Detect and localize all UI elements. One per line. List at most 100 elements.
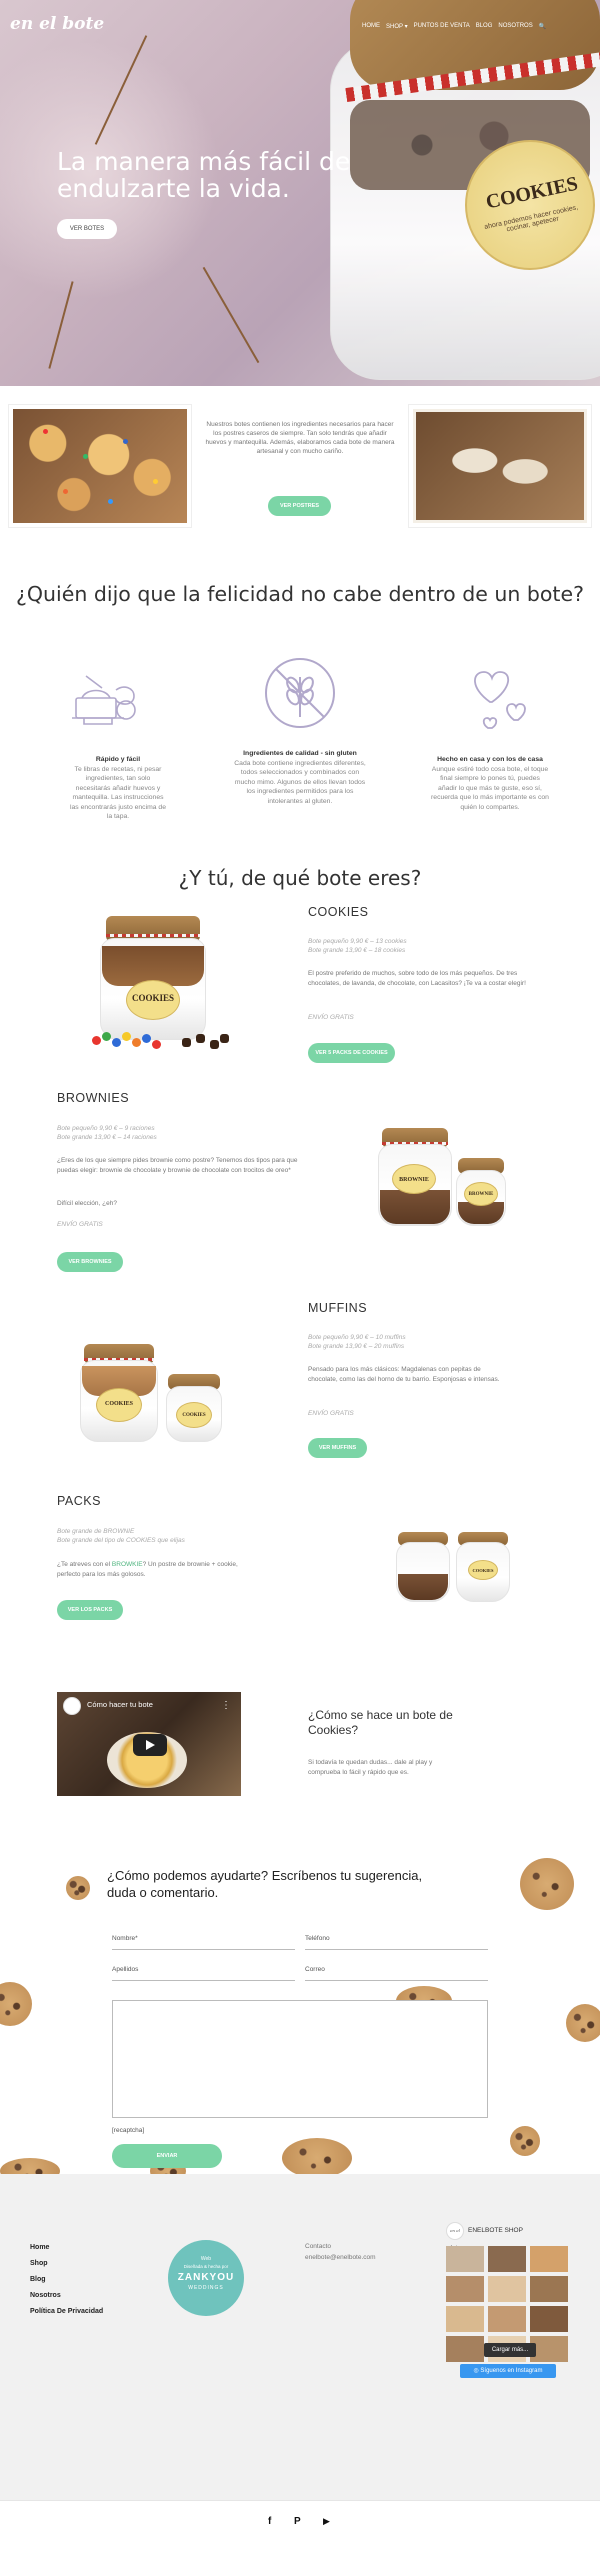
brownies-title: BROWNIES: [57, 1091, 130, 1105]
cookie-decoration: [66, 1876, 90, 1900]
badge-top-text: Web: [200, 2256, 212, 2262]
comment-textarea[interactable]: [112, 2000, 488, 2118]
brownies-jar-image: BROWNIE BROWNIE: [376, 1124, 506, 1234]
instagram-avatar: en el bote: [446, 2222, 464, 2249]
muffins-description: Pensado para los más clásicos: Magdalena…: [308, 1366, 500, 1383]
candies: [92, 1028, 232, 1052]
recaptcha[interactable]: [recaptcha]: [112, 2127, 144, 2134]
instagram-photo[interactable]: [446, 2336, 484, 2362]
instagram-photo[interactable]: [446, 2276, 484, 2302]
jar-contents: [380, 1190, 450, 1224]
load-more-button[interactable]: Cargar más...: [484, 2343, 536, 2357]
footer-contact-email[interactable]: enelbote@enelbote.com: [305, 2254, 376, 2261]
hero-jar-label: COOKIES ahora podemos hacer cookies, coc…: [465, 140, 595, 270]
cookies-title: COOKIES: [308, 905, 369, 919]
products-headline: ¿Y tú, de qué bote eres?: [178, 866, 422, 890]
jar-contents: [398, 1574, 448, 1600]
feature-hecho-en-casa-text: Aunque estiré todo cosa bote, el toque f…: [431, 765, 549, 811]
cookies-description: El postre preferido de muchos, sobre tod…: [308, 970, 526, 987]
nav-nosotros[interactable]: NOSOTROS: [498, 23, 532, 30]
ver-brownies-button[interactable]: VER BROWNIES: [57, 1252, 123, 1272]
ver-botes-button[interactable]: VER BOTES: [57, 219, 117, 239]
ver-packs-cookies-button[interactable]: VER 5 PACKS DE COOKIES: [308, 1043, 395, 1063]
name-field[interactable]: [112, 1949, 295, 1950]
top-navigation: HOME SHOP ▾ PUNTOS DE VENTA BLOG NOSOTRO…: [362, 23, 546, 30]
brownies-price-big: Bote grande 13,90 € – 14 raciones: [57, 1134, 157, 1141]
youtube-icon[interactable]: ▶: [323, 2516, 330, 2527]
cookie-decoration: [282, 2138, 352, 2178]
video-menu-icon[interactable]: ⋮: [221, 1700, 231, 1711]
follow-instagram-button[interactable]: ◎ Síguenos en Instagram: [460, 2364, 556, 2378]
instagram-photo[interactable]: [488, 2306, 526, 2332]
packs-title: PACKS: [57, 1494, 101, 1508]
video-text: Si todavía te quedan dudas... dale al pl…: [308, 1759, 433, 1776]
feature-rapido-title: Rápido y fácil: [95, 756, 141, 763]
cookies-prices: Bote pequeño 9,90 € – 13 cookies Bote gr…: [308, 937, 508, 955]
brownies-description: ¿Eres de los que siempre pides brownie c…: [57, 1157, 298, 1174]
enviar-button[interactable]: ENVIAR: [112, 2144, 222, 2168]
instagram-photo[interactable]: [530, 2306, 568, 2332]
jar-label: COOKIES: [468, 1560, 498, 1580]
nav-shop[interactable]: SHOP ▾: [386, 23, 408, 30]
brownies-prices: Bote pequeño 9,90 € – 9 raciones Bote gr…: [57, 1124, 257, 1142]
footer-link-home[interactable]: Home: [30, 2240, 103, 2256]
instagram-photo[interactable]: [530, 2246, 568, 2272]
footer-link-nosotros[interactable]: Nosotros: [30, 2288, 103, 2304]
facebook-icon[interactable]: f: [268, 2516, 271, 2527]
ver-packs-button[interactable]: VER LOS PACKS: [57, 1600, 123, 1620]
ver-postres-button[interactable]: VER POSTRES: [268, 496, 331, 516]
ver-muffins-button[interactable]: VER MUFFINS: [308, 1438, 367, 1458]
badge-mid-text: Diseñada & hecha por: [183, 2264, 229, 2269]
packs-description: ¿Te atreves con el BROWKIE? Un postre de…: [57, 1560, 257, 1579]
cookies-jar-image: COOKIES: [92, 912, 232, 1062]
cookies-price-big: Bote grande 13,90 € – 18 cookies: [308, 947, 406, 954]
site-logo[interactable]: en el bote: [10, 14, 104, 34]
gluten-free-icon: [265, 658, 335, 728]
badge-brand: ZANKYOU: [177, 2272, 235, 2283]
feature-hecho-en-casa-title: Hecho en casa y con los de casa: [437, 756, 543, 763]
instagram-photo[interactable]: [488, 2246, 526, 2272]
footer-contact-title: Contacto: [305, 2243, 332, 2250]
footer-link-shop[interactable]: Shop: [30, 2256, 103, 2272]
instagram-photo[interactable]: [488, 2276, 526, 2302]
nav-puntos-de-venta[interactable]: PUNTOS DE VENTA: [414, 23, 470, 30]
video-title: Cómo hacer tu bote: [87, 1700, 153, 1709]
cookie-decoration: [510, 2126, 540, 2156]
dried-flower-stem: [202, 266, 260, 364]
instagram-photo[interactable]: [530, 2276, 568, 2302]
pinterest-icon[interactable]: P: [294, 2516, 301, 2527]
feature-ingredientes: Ingredientes de calidad - sin gluten Cad…: [234, 749, 366, 806]
phone-field[interactable]: [305, 1949, 488, 1950]
email-field[interactable]: [305, 1980, 488, 1981]
channel-avatar: [63, 1697, 81, 1715]
social-bar: [0, 2500, 600, 2556]
footer-link-blog[interactable]: Blog: [30, 2272, 103, 2288]
cookie-box-photo: [408, 404, 592, 528]
footer-link-privacidad[interactable]: Política De Privacidad: [30, 2304, 103, 2320]
search-icon[interactable]: 🔍: [539, 23, 546, 30]
jar-label: BROWNIE: [392, 1164, 436, 1194]
cookie-decoration: [566, 2004, 600, 2042]
nav-home[interactable]: HOME: [362, 23, 380, 30]
zankyou-badge[interactable]: Web Diseñada & hecha por ZANKYOU WEDDING…: [168, 2240, 244, 2316]
instagram-photo[interactable]: [446, 2246, 484, 2272]
cake-stand-icon: [72, 675, 136, 725]
nav-blog[interactable]: BLOG: [476, 23, 493, 30]
cookies-shipping: ENVÍO GRATIS: [308, 1014, 354, 1021]
hero-title: La manera más fácil de endulzarte la vid…: [57, 147, 351, 203]
jar-label-small: COOKIES: [176, 1402, 212, 1428]
surname-field[interactable]: [112, 1980, 295, 1981]
instagram-photo[interactable]: [446, 2306, 484, 2332]
follow-instagram-label: Síguenos en Instagram: [480, 2368, 543, 2374]
play-icon[interactable]: [133, 1734, 167, 1756]
muffins-price-big: Bote grande 13,90 € – 20 muffins: [308, 1343, 405, 1350]
jar-twine: [106, 934, 200, 937]
youtube-video[interactable]: Cómo hacer tu bote ⋮: [57, 1692, 241, 1796]
video-heading: ¿Cómo se hace un bote de Cookies?: [308, 1708, 453, 1737]
jar-label: COOKIES: [126, 980, 180, 1020]
packs-price-cookies: Bote grande del tipo de COOKIES que elij…: [57, 1537, 185, 1544]
instagram-account[interactable]: ENELBOTE SHOP: [468, 2227, 523, 2234]
browkie-link[interactable]: BROWKIE: [112, 1561, 143, 1568]
muffins-prices: Bote pequeño 9,90 € – 10 muffins Bote gr…: [308, 1333, 508, 1351]
cookies-price-small: Bote pequeño 9,90 € – 13 cookies: [308, 938, 407, 945]
